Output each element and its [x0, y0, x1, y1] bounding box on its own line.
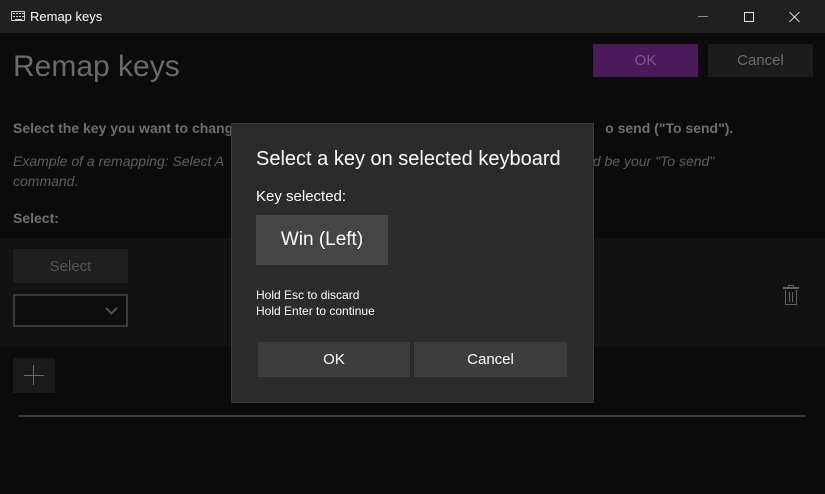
dialog-ok-button[interactable]: OK — [258, 342, 410, 377]
plus-icon-vertical — [33, 365, 34, 385]
close-icon — [789, 11, 801, 23]
trash-icon-line — [792, 292, 793, 302]
hint-continue: Hold Enter to continue — [256, 304, 375, 318]
hint-discard: Hold Esc to discard — [256, 288, 360, 302]
maximize-button[interactable] — [726, 0, 772, 33]
trash-icon-body — [785, 290, 797, 305]
close-button[interactable] — [772, 0, 818, 33]
instruction-text-right: o send ("To send"). — [605, 120, 734, 136]
select-key-dialog: Select a key on selected keyboard Key se… — [231, 123, 594, 403]
title-bar: Remap keys — [0, 0, 825, 33]
dialog-cancel-button[interactable]: Cancel — [414, 342, 567, 377]
minimize-button[interactable] — [680, 0, 726, 33]
select-column-label: Select: — [13, 210, 59, 226]
add-remap-button[interactable] — [13, 358, 55, 393]
select-key-button[interactable]: Select — [13, 249, 128, 283]
trash-icon-line — [789, 292, 790, 302]
divider — [18, 415, 806, 417]
instruction-text-left: Select the key you want to chang — [13, 120, 234, 136]
key-selected-label: Key selected: — [256, 188, 347, 205]
key-dropdown[interactable] — [13, 294, 128, 327]
dialog-title: Select a key on selected keyboard — [256, 148, 561, 170]
delete-row-button[interactable] — [783, 285, 799, 305]
trash-icon-lid — [783, 287, 799, 289]
keyboard-icon — [11, 11, 25, 21]
page-title: Remap keys — [13, 50, 180, 83]
cancel-button[interactable]: Cancel — [708, 44, 813, 77]
chevron-down-icon — [105, 302, 118, 315]
minimize-icon — [698, 16, 708, 17]
plus-icon — [24, 375, 44, 376]
selected-key-chip: Win (Left) — [256, 215, 388, 265]
example-text-left: Example of a remapping: Select A — [13, 153, 225, 169]
ok-button[interactable]: OK — [593, 44, 698, 77]
maximize-icon — [744, 11, 754, 22]
window-title: Remap keys — [30, 9, 103, 24]
